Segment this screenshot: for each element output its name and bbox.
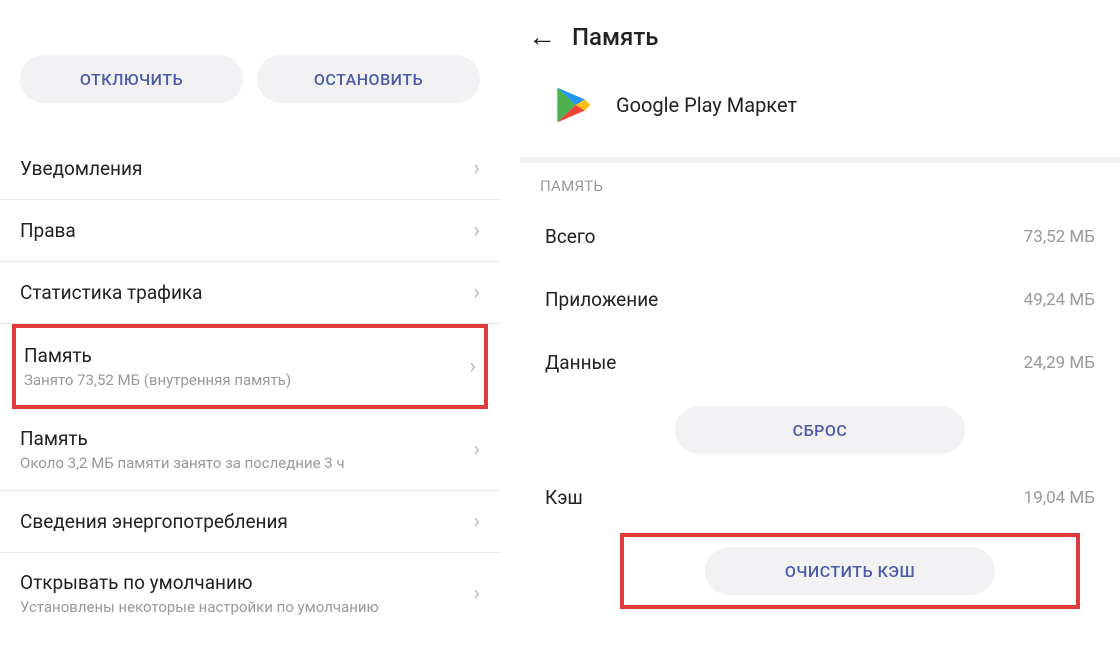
list-item-title: Память bbox=[20, 427, 345, 450]
google-play-icon bbox=[550, 83, 594, 127]
info-value: 24,29 МБ bbox=[1024, 353, 1095, 373]
chevron-right-icon: › bbox=[473, 280, 480, 305]
right-panel: ← Память Google Play Маркет ПАМЯТЬ Всего… bbox=[520, 0, 1120, 666]
reset-button-wrap: СБРОС bbox=[520, 394, 1120, 466]
top-bar: ← Память bbox=[520, 20, 1120, 71]
info-label: Приложение bbox=[545, 288, 658, 311]
chevron-right-icon: › bbox=[473, 509, 480, 534]
highlight-box-storage: Память Занято 73,52 МБ (внутренняя памят… bbox=[12, 324, 488, 409]
list-item-notifications[interactable]: Уведомления › bbox=[0, 138, 500, 200]
info-label: Кэш bbox=[545, 486, 583, 509]
chevron-right-icon: › bbox=[473, 581, 480, 606]
info-row-cache: Кэш 19,04 МБ bbox=[520, 466, 1120, 529]
chevron-right-icon: › bbox=[473, 156, 480, 181]
list-item-memory[interactable]: Память Около 3,2 МБ памяти занято за пос… bbox=[0, 409, 500, 491]
app-header: Google Play Маркет bbox=[520, 71, 1120, 157]
info-row-app: Приложение 49,24 МБ bbox=[520, 268, 1120, 331]
info-value: 49,24 МБ bbox=[1024, 290, 1095, 310]
stop-button[interactable]: ОСТАНОВИТЬ bbox=[257, 55, 480, 103]
chevron-right-icon: › bbox=[473, 437, 480, 462]
app-name: Google Play Маркет bbox=[616, 93, 797, 117]
page-title: Память bbox=[572, 23, 658, 51]
info-label: Всего bbox=[545, 225, 596, 248]
info-value: 19,04 МБ bbox=[1024, 488, 1095, 508]
section-header-memory: ПАМЯТЬ bbox=[520, 157, 1120, 205]
list-item-subtitle: Установлены некоторые настройки по умолч… bbox=[20, 598, 379, 616]
list-item-title: Права bbox=[20, 219, 76, 242]
info-label: Данные bbox=[545, 351, 616, 374]
button-row: ОТКЛЮЧИТЬ ОСТАНОВИТЬ bbox=[0, 55, 500, 118]
info-row-data: Данные 24,29 МБ bbox=[520, 331, 1120, 394]
highlight-box-clear-cache: ОЧИСТИТЬ КЭШ bbox=[620, 533, 1080, 609]
back-arrow-icon[interactable]: ← bbox=[528, 20, 556, 53]
info-value: 73,52 МБ bbox=[1024, 227, 1095, 247]
list-item-title: Уведомления bbox=[20, 157, 142, 180]
list-item-title: Открывать по умолчанию bbox=[20, 571, 379, 594]
info-row-total: Всего 73,52 МБ bbox=[520, 205, 1120, 268]
list-item-power[interactable]: Сведения энергопотребления › bbox=[0, 491, 500, 553]
list-item-title: Сведения энергопотребления bbox=[20, 510, 288, 533]
clear-cache-button-wrap: ОЧИСТИТЬ КЭШ bbox=[624, 547, 1076, 595]
list-item-title: Статистика трафика bbox=[20, 281, 203, 304]
list-item-subtitle: Около 3,2 МБ памяти занято за последние … bbox=[20, 454, 345, 472]
chevron-right-icon: › bbox=[469, 354, 476, 379]
clear-cache-button[interactable]: ОЧИСТИТЬ КЭШ bbox=[705, 547, 995, 595]
chevron-right-icon: › bbox=[473, 218, 480, 243]
list-item-permissions[interactable]: Права › bbox=[0, 200, 500, 262]
list-item-default-open[interactable]: Открывать по умолчанию Установлены некот… bbox=[0, 553, 500, 634]
list-item-title: Память bbox=[24, 344, 291, 367]
reset-button[interactable]: СБРОС bbox=[675, 406, 965, 454]
list-item-subtitle: Занято 73,52 МБ (внутренняя память) bbox=[24, 371, 291, 389]
disable-button[interactable]: ОТКЛЮЧИТЬ bbox=[20, 55, 243, 103]
list-item-storage[interactable]: Память Занято 73,52 МБ (внутренняя памят… bbox=[16, 328, 484, 405]
list-item-traffic-stats[interactable]: Статистика трафика › bbox=[0, 262, 500, 324]
left-panel: ОТКЛЮЧИТЬ ОСТАНОВИТЬ Уведомления › Права… bbox=[0, 0, 500, 666]
